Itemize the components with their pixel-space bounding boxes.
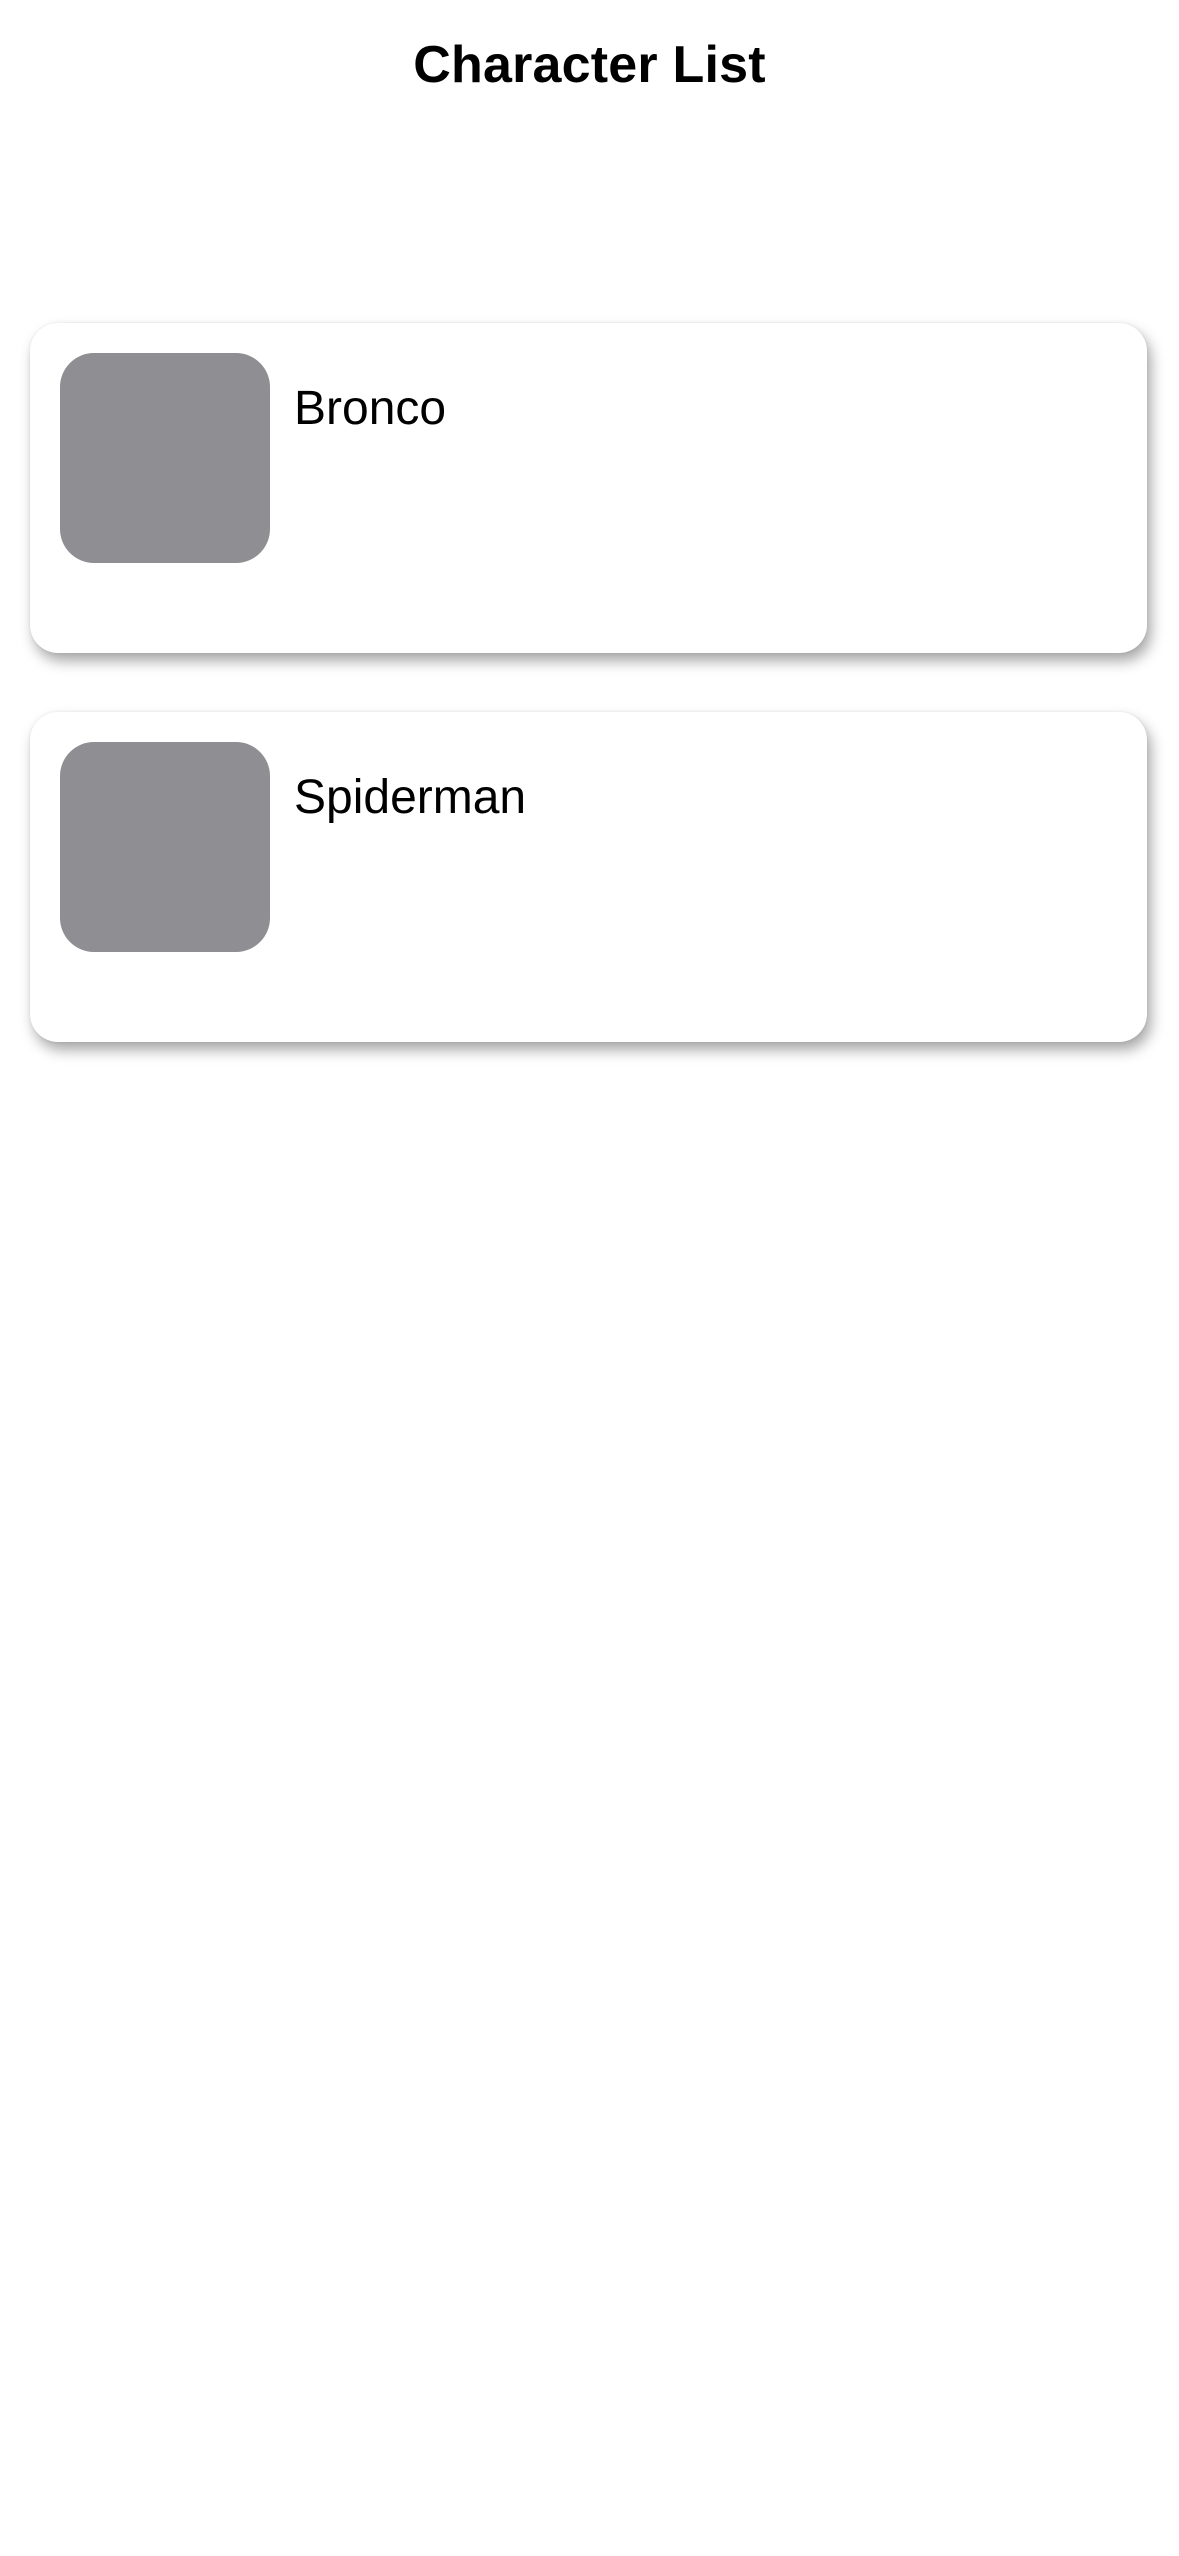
- character-thumbnail-placeholder: [60, 353, 270, 563]
- page-title: Character List: [413, 36, 766, 94]
- character-card-bronco[interactable]: Bronco: [30, 323, 1147, 653]
- character-name: Bronco: [294, 382, 447, 435]
- navigation-bar: Character List: [0, 0, 1179, 130]
- character-card-spiderman[interactable]: Spiderman: [30, 712, 1147, 1042]
- character-name: Spiderman: [294, 771, 527, 824]
- character-list: Bronco Spiderman: [30, 323, 1147, 1101]
- character-list-screen: Character List Bronco Spiderman: [0, 0, 1179, 2556]
- character-thumbnail-placeholder: [60, 742, 270, 952]
